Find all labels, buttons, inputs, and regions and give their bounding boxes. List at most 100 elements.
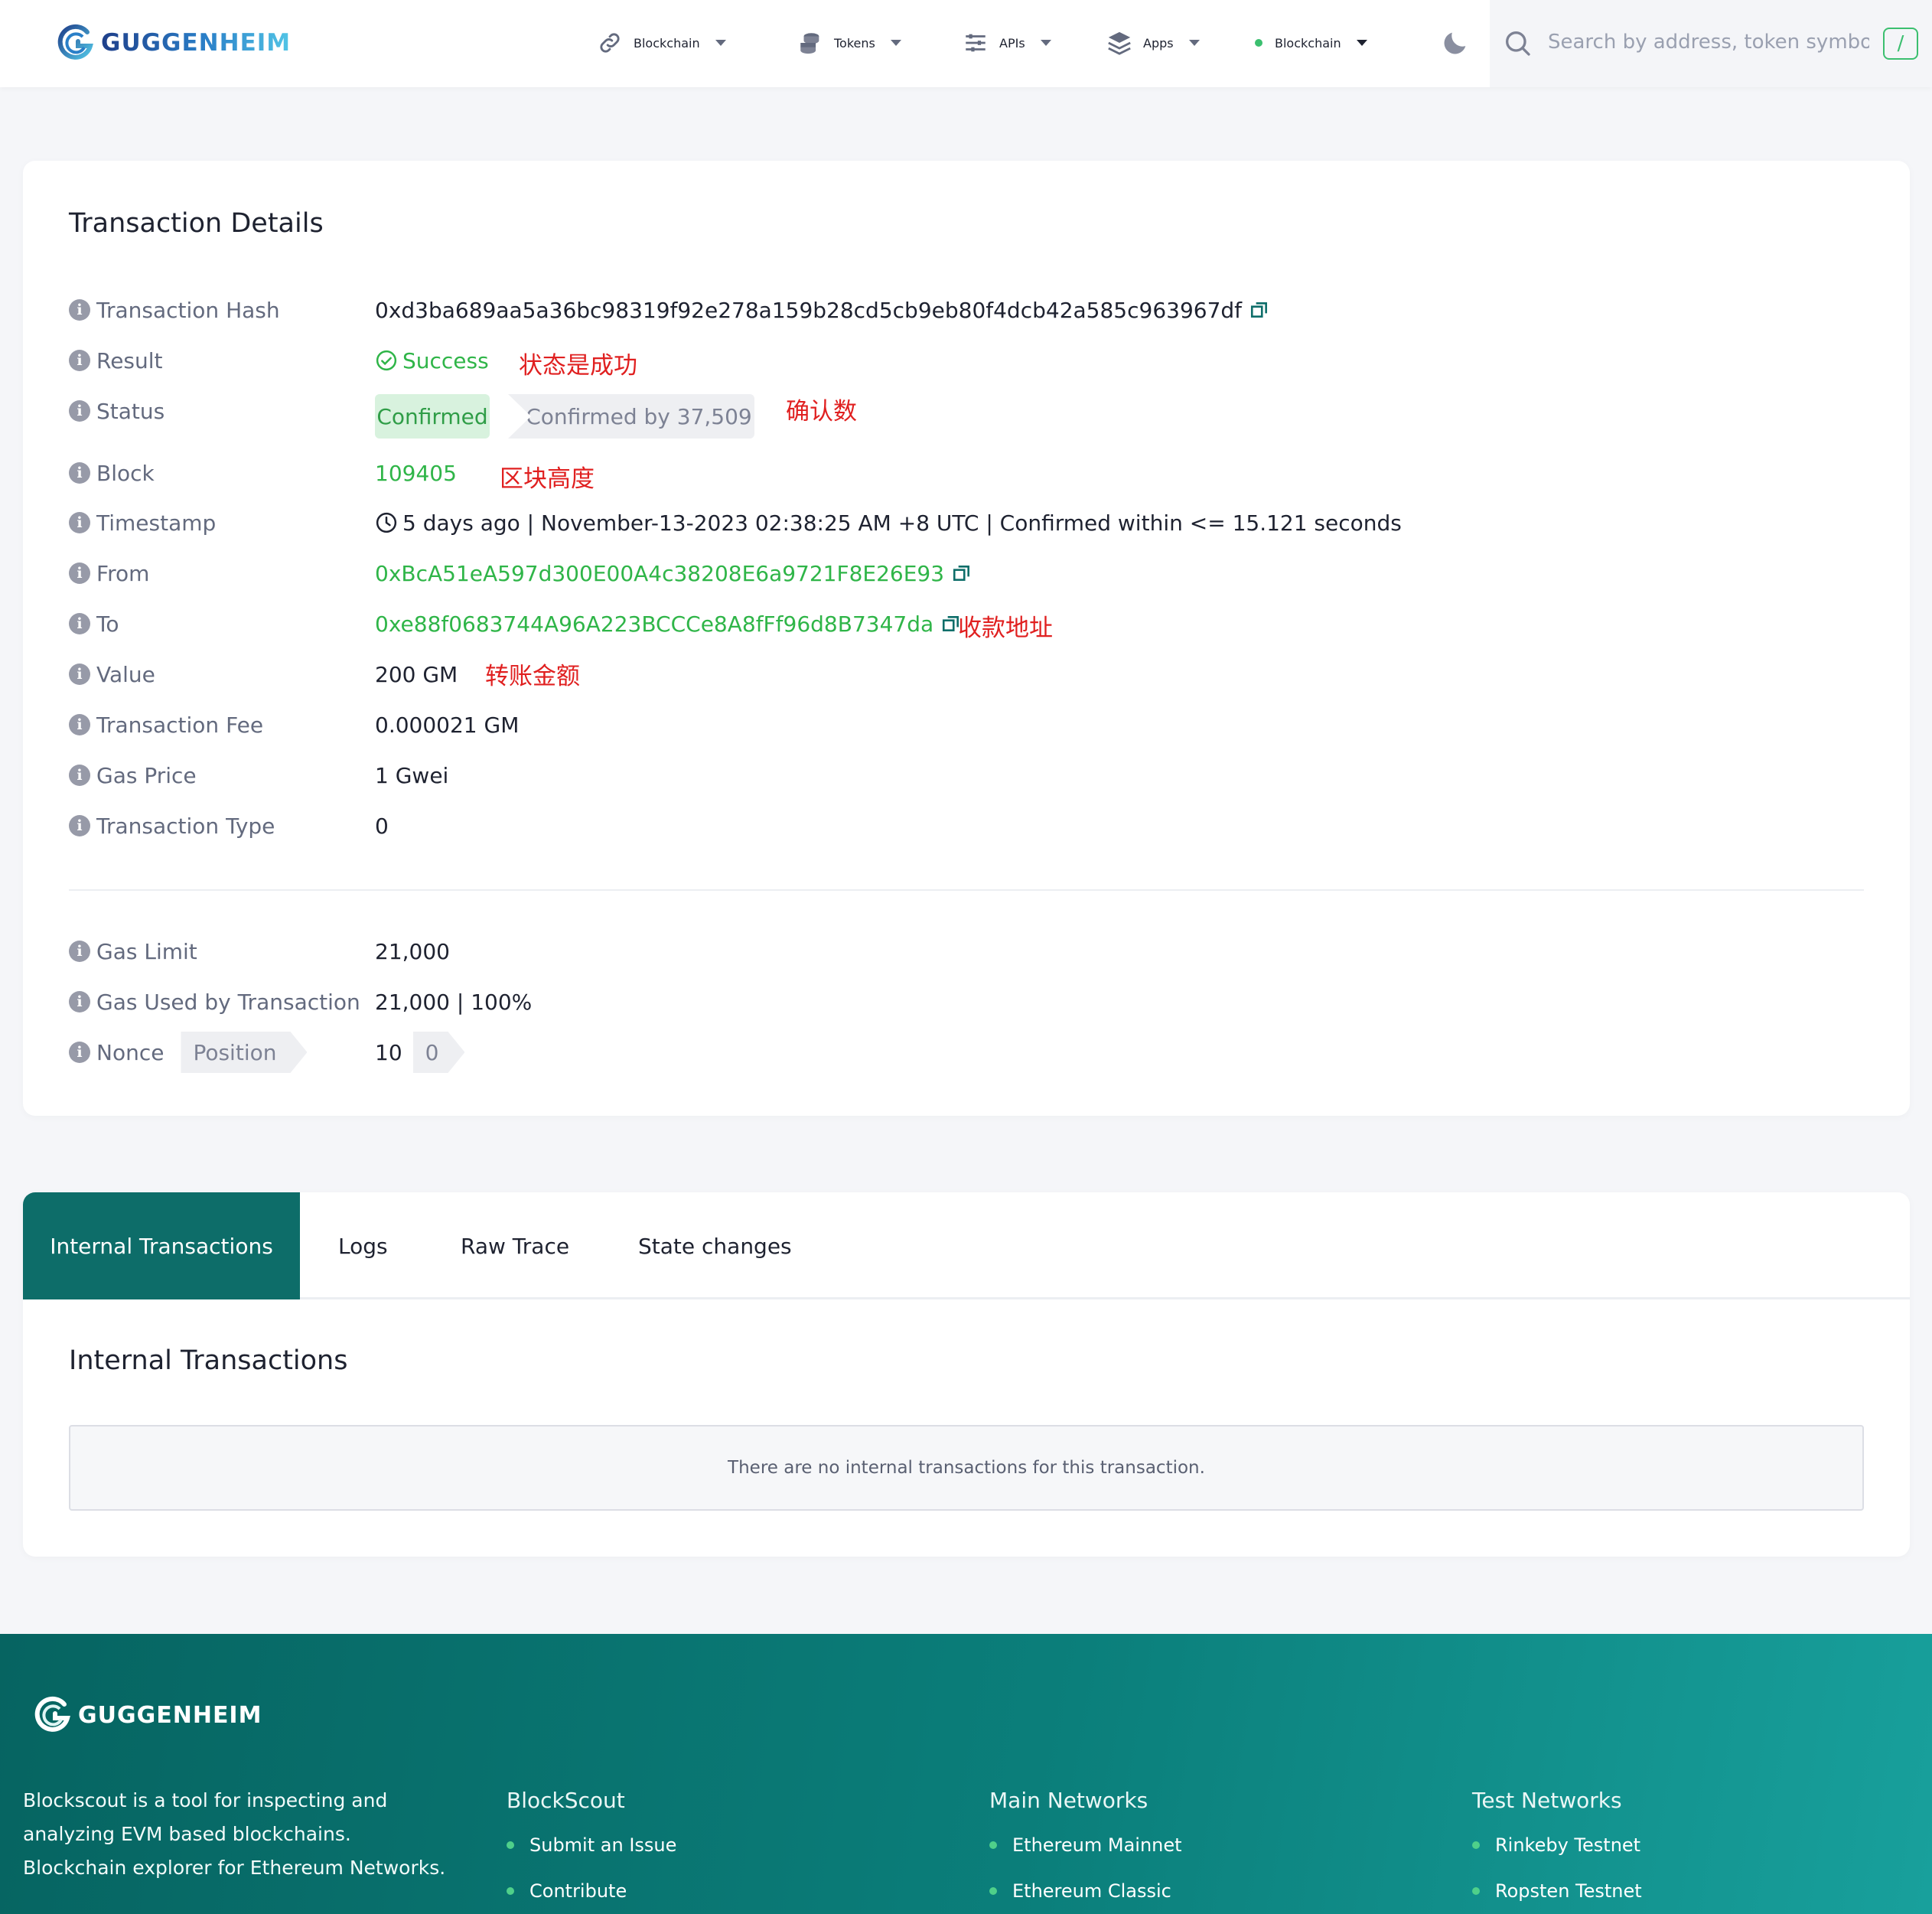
bullet-dot <box>507 1841 514 1849</box>
label-text: Gas Used by Transaction <box>96 989 360 1015</box>
value-nonce: 10 0 <box>375 1035 464 1069</box>
nav-apis[interactable]: APIs <box>963 26 1051 60</box>
label-value: i Value <box>69 657 155 691</box>
moon-icon[interactable] <box>1440 28 1471 58</box>
label-text: Status <box>96 398 165 424</box>
info-icon[interactable]: i <box>69 462 90 484</box>
info-icon[interactable]: i <box>69 512 90 533</box>
info-icon[interactable]: i <box>69 299 90 321</box>
nav-network-selector[interactable]: Blockchain <box>1255 26 1367 60</box>
caret-down-icon <box>890 40 901 46</box>
bullet-dot <box>989 1887 997 1895</box>
caret-down-icon <box>1040 40 1051 46</box>
info-icon[interactable]: i <box>69 664 90 685</box>
top-navbar: GUGGENHEIM Blockchain Tokens APIs Apps B… <box>0 0 1932 87</box>
value-transaction-fee: 0.000021 GM <box>375 712 520 738</box>
footer-link-text: Rinkeby Testnet <box>1495 1834 1641 1856</box>
label-text: Value <box>96 661 155 687</box>
footer-link[interactable]: Rinkeby Testnet <box>1472 1834 1640 1856</box>
logo-text: GUGGENHEIM <box>101 29 292 57</box>
info-icon[interactable]: i <box>69 991 90 1012</box>
info-icon[interactable]: i <box>69 613 90 634</box>
label-transaction-type: i Transaction Type <box>69 809 275 843</box>
transaction-tabs-card: Internal Transactions Logs Raw Trace Sta… <box>23 1192 1910 1557</box>
footer-logo-text: GUGGENHEIM <box>78 1701 262 1729</box>
info-icon[interactable]: i <box>69 714 90 735</box>
label-gas-limit: i Gas Limit <box>69 934 197 968</box>
tab-bar: Internal Transactions Logs Raw Trace Sta… <box>23 1192 1910 1299</box>
copy-icon[interactable] <box>952 563 972 583</box>
label-gas-price: i Gas Price <box>69 758 197 792</box>
info-icon[interactable]: i <box>69 941 90 962</box>
check-circle-icon <box>376 350 397 371</box>
label-result: i Result <box>69 344 163 377</box>
footer-link[interactable]: Ethereum Mainnet <box>989 1834 1182 1856</box>
info-icon[interactable]: i <box>69 562 90 584</box>
label-text: Transaction Fee <box>96 712 264 738</box>
clock-icon <box>376 512 397 533</box>
footer-link[interactable]: Contribute <box>507 1880 627 1902</box>
label-transaction-hash: i Transaction Hash <box>69 293 280 327</box>
info-icon[interactable]: i <box>69 765 90 786</box>
block-link[interactable]: 109405 <box>375 456 457 490</box>
label-text: Transaction Type <box>96 813 275 839</box>
tab-internal-transactions[interactable]: Internal Transactions <box>23 1192 300 1299</box>
search-shortcut-key: / <box>1883 28 1918 60</box>
label-text: Timestamp <box>96 510 217 536</box>
label-text: Transaction Hash <box>96 297 280 323</box>
info-icon[interactable]: i <box>69 350 90 371</box>
footer-link-text: Ethereum Mainnet <box>1012 1834 1182 1856</box>
nav-tokens[interactable]: Tokens <box>797 26 901 60</box>
label-text: From <box>96 560 150 586</box>
footer-link-text: Ropsten Testnet <box>1495 1880 1642 1902</box>
info-icon[interactable]: i <box>69 815 90 836</box>
label-text: To <box>96 611 119 637</box>
search-input[interactable] <box>1548 23 1869 61</box>
footer-link-text: Contribute <box>529 1880 627 1902</box>
from-address-link[interactable]: 0xBcA51eA597d300E00A4c38208E6a9721F8E26E… <box>375 561 944 586</box>
tab-raw-trace[interactable]: Raw Trace <box>461 1192 569 1299</box>
bullet-dot <box>1472 1841 1480 1849</box>
result-text: Success <box>402 347 489 373</box>
info-icon[interactable]: i <box>69 1042 90 1063</box>
annotation-block: 区块高度 <box>500 465 595 493</box>
transaction-details-card: Transaction Details i Transaction Hash 0… <box>23 161 1910 1116</box>
tab-logs[interactable]: Logs <box>338 1192 388 1299</box>
footer-column-test-networks: Test Networks Rinkeby Testnet Ropsten Te… <box>1472 1784 1642 1902</box>
nav-blockchain[interactable]: Blockchain <box>597 26 726 60</box>
label-timestamp: i Timestamp <box>69 506 216 540</box>
timestamp-text: 5 days ago | November-13-2023 02:38:25 A… <box>402 510 1402 536</box>
annotation-value: 转账金额 <box>485 663 580 690</box>
label-text: Result <box>96 347 163 373</box>
footer-link[interactable]: Ropsten Testnet <box>1472 1880 1642 1902</box>
brand-logo[interactable]: GUGGENHEIM <box>57 20 291 66</box>
footer-link[interactable]: Ethereum Classic <box>989 1880 1171 1902</box>
footer-logo[interactable]: GUGGENHEIM <box>34 1695 262 1735</box>
label-gas-used: i Gas Used by Transaction <box>69 985 360 1019</box>
card-title: Transaction Details <box>69 208 324 239</box>
footer-link-text: Submit an Issue <box>529 1834 677 1856</box>
value-result: Success <box>375 344 489 377</box>
label-block: i Block <box>69 456 155 490</box>
tab-state-changes[interactable]: State changes <box>638 1192 792 1299</box>
footer-column-title: BlockScout <box>507 1788 625 1813</box>
footer-column-blockscout: BlockScout Submit an Issue Contribute <box>507 1784 676 1902</box>
nav-label: Blockchain <box>634 35 700 51</box>
link-icon <box>600 33 620 53</box>
section-divider <box>69 889 1864 891</box>
copy-icon[interactable] <box>1249 300 1269 320</box>
nonce-text: 10 <box>375 1039 402 1065</box>
footer-link[interactable]: Submit an Issue <box>507 1834 676 1856</box>
to-address-link[interactable]: 0xe88f0683744A96A223BCCCe8A8fFf96d8B7347… <box>375 611 933 637</box>
value-amount: 200 GM <box>375 661 458 687</box>
nav-apps[interactable]: Apps <box>1106 26 1200 60</box>
logo-mark-icon <box>34 1696 70 1732</box>
annotation-result: 状态是成功 <box>519 352 637 380</box>
value-gas-limit: 21,000 <box>375 938 450 964</box>
value-to: 0xe88f0683744A96A223BCCCe8A8fFf96d8B7347… <box>375 607 961 641</box>
label-nonce: i Nonce Position <box>69 1035 307 1069</box>
status-badge: Confirmed <box>375 394 490 439</box>
info-icon[interactable]: i <box>69 400 90 422</box>
bullet-dot <box>507 1887 514 1895</box>
section-title: Internal Transactions <box>69 1345 348 1376</box>
